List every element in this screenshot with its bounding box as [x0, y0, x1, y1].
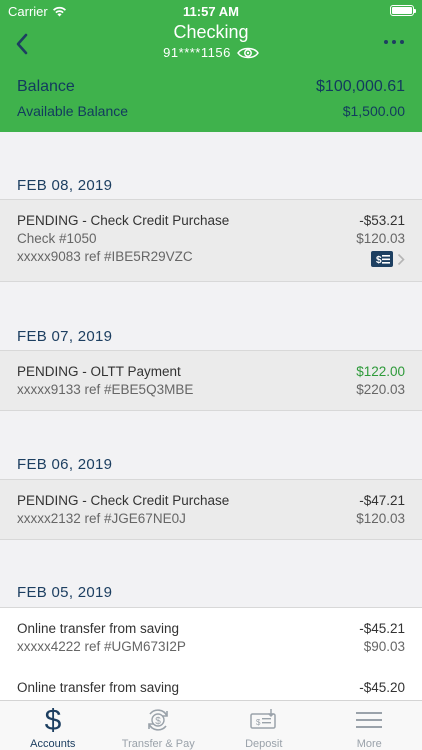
transaction-description: PENDING - Check Credit Purchase [17, 213, 230, 228]
available-balance-label: Available Balance [17, 103, 129, 119]
tab-label: Accounts [30, 738, 76, 750]
tab-bar: $ Accounts $ Transfer & Pay $ Deposit Mo… [0, 700, 422, 750]
account-number-row: 91****1156 [0, 45, 422, 60]
check-number: Check #1050 [17, 231, 97, 246]
transaction-amount: $122.00 [356, 364, 405, 379]
transaction-row[interactable]: Online transfer from saving -$45.21 xxxx… [0, 607, 422, 668]
status-time: 11:57 AM [183, 4, 239, 19]
check-image-button[interactable]: $ [371, 251, 405, 267]
transaction-reference: xxxxx9083 ref #IBE5R29VZC [17, 249, 193, 264]
transaction-description: PENDING - OLTT Payment [17, 364, 181, 379]
balance-row: Balance $100,000.61 [17, 78, 405, 96]
check-image-icon: $ [371, 251, 393, 267]
date-header: FEB 08, 2019 [17, 177, 113, 194]
more-options-button[interactable] [382, 34, 406, 50]
transaction-description: PENDING - Check Credit Purchase [17, 493, 230, 508]
account-number: 91****1156 [163, 45, 231, 60]
transaction-reference: xxxxx2132 ref #JGE67NE0J [17, 511, 186, 526]
transaction-row[interactable]: Online transfer from saving -$45.20 [0, 667, 422, 700]
tab-accounts[interactable]: $ Accounts [0, 701, 106, 750]
transaction-row[interactable]: PENDING - OLTT Payment $122.00 xxxxx9133… [0, 350, 422, 411]
chevron-right-icon [397, 253, 405, 265]
battery-icon [390, 5, 416, 16]
svg-text:$: $ [256, 718, 261, 727]
transaction-amount: -$47.21 [359, 493, 405, 508]
transfer-icon: $ [148, 709, 169, 731]
tab-label: More [356, 738, 382, 750]
date-header: FEB 07, 2019 [17, 328, 113, 345]
more-dots-icon [384, 40, 404, 44]
date-header: FEB 05, 2019 [17, 584, 113, 601]
transaction-description: Online transfer from saving [17, 680, 180, 695]
transaction-amount: -$45.21 [359, 621, 405, 636]
transaction-row[interactable]: PENDING - Check Credit Purchase -$47.21 … [0, 479, 422, 540]
running-balance: $220.03 [356, 382, 405, 397]
status-bar: Carrier 11:57 AM [0, 0, 422, 22]
transaction-amount: -$45.20 [359, 680, 405, 695]
dollar-icon: $ [44, 705, 61, 735]
transaction-description: Online transfer from saving [17, 621, 180, 636]
tab-more[interactable]: More [317, 701, 422, 750]
tab-label: Transfer & Pay [121, 738, 195, 750]
transaction-reference: xxxxx4222 ref #UGM673I2P [17, 639, 186, 654]
svg-text:$: $ [155, 716, 161, 727]
running-balance: $90.03 [363, 639, 405, 654]
transaction-amount: -$53.21 [359, 213, 405, 228]
running-balance: $120.03 [356, 231, 405, 246]
check-deposit-icon: $ [250, 709, 276, 729]
svg-text:$: $ [44, 705, 61, 735]
running-balance: $120.03 [356, 511, 405, 526]
tab-transfer-pay[interactable]: $ Transfer & Pay [106, 701, 212, 750]
menu-icon [356, 712, 383, 728]
balance-value: $100,000.61 [316, 78, 405, 95]
transaction-reference: xxxxx9133 ref #EBE5Q3MBE [17, 382, 194, 397]
available-balance-value: $1,500.00 [342, 103, 405, 119]
available-balance-row: Available Balance $1,500.00 [17, 103, 405, 119]
svg-text:$: $ [376, 255, 382, 266]
transaction-row[interactable]: PENDING - Check Credit Purchase -$53.21 … [0, 199, 422, 282]
eye-icon[interactable] [236, 46, 259, 60]
page-title: Checking [173, 22, 249, 42]
tab-deposit[interactable]: $ Deposit [211, 701, 317, 750]
account-header: Checking 91****1156 Balance $100,000.61 … [0, 22, 422, 132]
transaction-list[interactable]: FEB 08, 2019 PENDING - Check Credit Purc… [0, 132, 422, 700]
tab-label: Deposit [245, 738, 283, 750]
date-header: FEB 06, 2019 [17, 456, 113, 473]
balance-label: Balance [17, 78, 75, 95]
